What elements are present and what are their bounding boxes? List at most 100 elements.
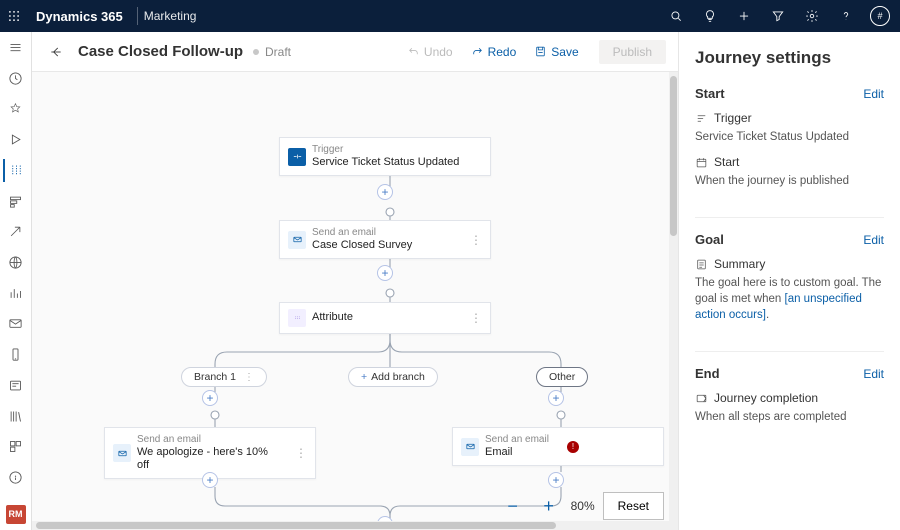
nav-play[interactable] [4,128,28,151]
main-area: Case Closed Follow-up Draft Undo Redo Sa… [32,32,678,530]
branch-pill[interactable]: Branch 1 ⋮ [181,367,267,387]
add-step-button[interactable] [548,472,564,488]
branch-label: Branch 1 [194,371,236,383]
brand-divider [137,7,138,25]
completion-row: Journey completion [695,389,884,407]
filter-icon[interactable] [764,2,792,30]
user-avatar[interactable]: # [866,2,894,30]
nav-form[interactable] [4,374,28,397]
zoom-reset-button[interactable]: Reset [603,492,664,520]
section-start: Start Edit Trigger Service Ticket Status… [695,86,884,197]
publish-button[interactable]: Publish [599,40,666,64]
node-trigger[interactable]: Trigger Service Ticket Status Updated [279,137,491,176]
trigger-value: Service Ticket Status Updated [695,127,884,153]
email-icon [113,444,131,462]
vertical-scrollbar[interactable] [669,72,678,530]
edit-end-button[interactable]: Edit [863,367,884,381]
nav-recent[interactable] [4,67,28,90]
idea-icon[interactable] [696,2,724,30]
area-switcher[interactable]: RM [6,505,26,524]
node-more-icon[interactable]: ⋮ [283,446,307,460]
nav-menu-toggle[interactable] [4,36,28,59]
status-label: Draft [265,45,291,59]
nav-template[interactable] [4,436,28,459]
redo-button[interactable]: Redo [467,45,521,59]
nav-arrow[interactable] [4,220,28,243]
node-label: We apologize - here's 10% off [137,446,277,472]
node-super: Send an email [485,434,549,446]
nav-segments[interactable] [4,190,28,213]
attribute-icon [288,309,306,327]
undo-label: Undo [424,45,453,59]
zoom-controls: − + 80% Reset [499,492,664,520]
zoom-in-button[interactable]: + [535,492,563,520]
zoom-value: 80% [571,499,595,513]
settings-panel: Journey settings Start Edit Trigger Serv… [678,32,900,530]
section-end: End Edit Journey completion When all ste… [695,366,884,433]
add-step-button[interactable] [548,390,564,406]
nav-analytics[interactable] [4,282,28,305]
search-icon[interactable] [662,2,690,30]
nav-library[interactable] [4,405,28,428]
top-nav: Dynamics 365 Marketing # [0,0,900,32]
nav-help[interactable] [4,466,28,489]
brand-label: Dynamics 365 [28,9,131,24]
horizontal-scrollbar[interactable] [32,521,678,530]
section-title: End [695,366,720,381]
node-super: Send an email [312,227,412,239]
redo-label: Redo [488,45,517,59]
left-nav: RM [0,32,32,530]
node-super: Send an email [137,434,277,446]
summary-value: The goal here is to custom goal. The goa… [695,273,884,331]
nav-mobile[interactable] [4,343,28,366]
command-bar: Case Closed Follow-up Draft Undo Redo Sa… [32,32,678,72]
save-button[interactable]: Save [530,45,582,59]
email-icon [461,438,479,456]
edit-start-button[interactable]: Edit [863,87,884,101]
nav-globe[interactable] [4,251,28,274]
node-more-icon[interactable]: ⋮ [458,233,482,247]
save-label: Save [551,45,578,59]
nav-journeys[interactable] [3,159,27,182]
back-button[interactable] [44,40,68,64]
start-row: Start [695,153,884,171]
node-email-generic[interactable]: Send an email Email ! [452,427,664,466]
node-email-survey[interactable]: Send an email Case Closed Survey ⋮ [279,220,491,259]
completion-value: When all steps are completed [695,407,884,433]
edit-goal-button[interactable]: Edit [863,233,884,247]
settings-icon[interactable] [798,2,826,30]
add-step-button[interactable] [202,390,218,406]
page-title: Case Closed Follow-up [78,43,243,60]
other-branch-pill[interactable]: Other [536,367,588,387]
add-branch-button[interactable]: + Add branch [348,367,438,387]
node-more-icon[interactable]: ⋮ [458,311,482,325]
add-step-button[interactable] [202,472,218,488]
add-branch-label: Add branch [371,371,425,383]
start-value: When the journey is published [695,171,884,197]
node-label: Service Ticket Status Updated [312,156,459,169]
nav-pinned[interactable] [4,97,28,120]
panel-title: Journey settings [695,48,884,68]
status-dot [253,49,259,55]
summary-row: Summary [695,255,884,273]
trigger-row: Trigger [695,109,884,127]
node-label: Email [485,446,549,459]
section-goal: Goal Edit Summary The goal here is to cu… [695,232,884,331]
undo-button[interactable]: Undo [403,45,457,59]
section-title: Goal [695,232,724,247]
section-title: Start [695,86,725,101]
module-label: Marketing [144,9,197,23]
add-step-button[interactable] [377,265,393,281]
other-label: Other [549,371,575,383]
add-icon[interactable] [730,2,758,30]
zoom-out-button[interactable]: − [499,492,527,520]
help-icon[interactable] [832,2,860,30]
email-icon [288,231,306,249]
branch-more-icon[interactable]: ⋮ [244,372,254,383]
node-attribute[interactable]: Attribute ⋮ [279,302,491,334]
journey-canvas[interactable]: Trigger Service Ticket Status Updated Se… [32,72,678,530]
warning-icon: ! [567,441,579,453]
add-step-button[interactable] [377,184,393,200]
app-launcher[interactable] [0,2,28,30]
nav-email[interactable] [4,313,28,336]
